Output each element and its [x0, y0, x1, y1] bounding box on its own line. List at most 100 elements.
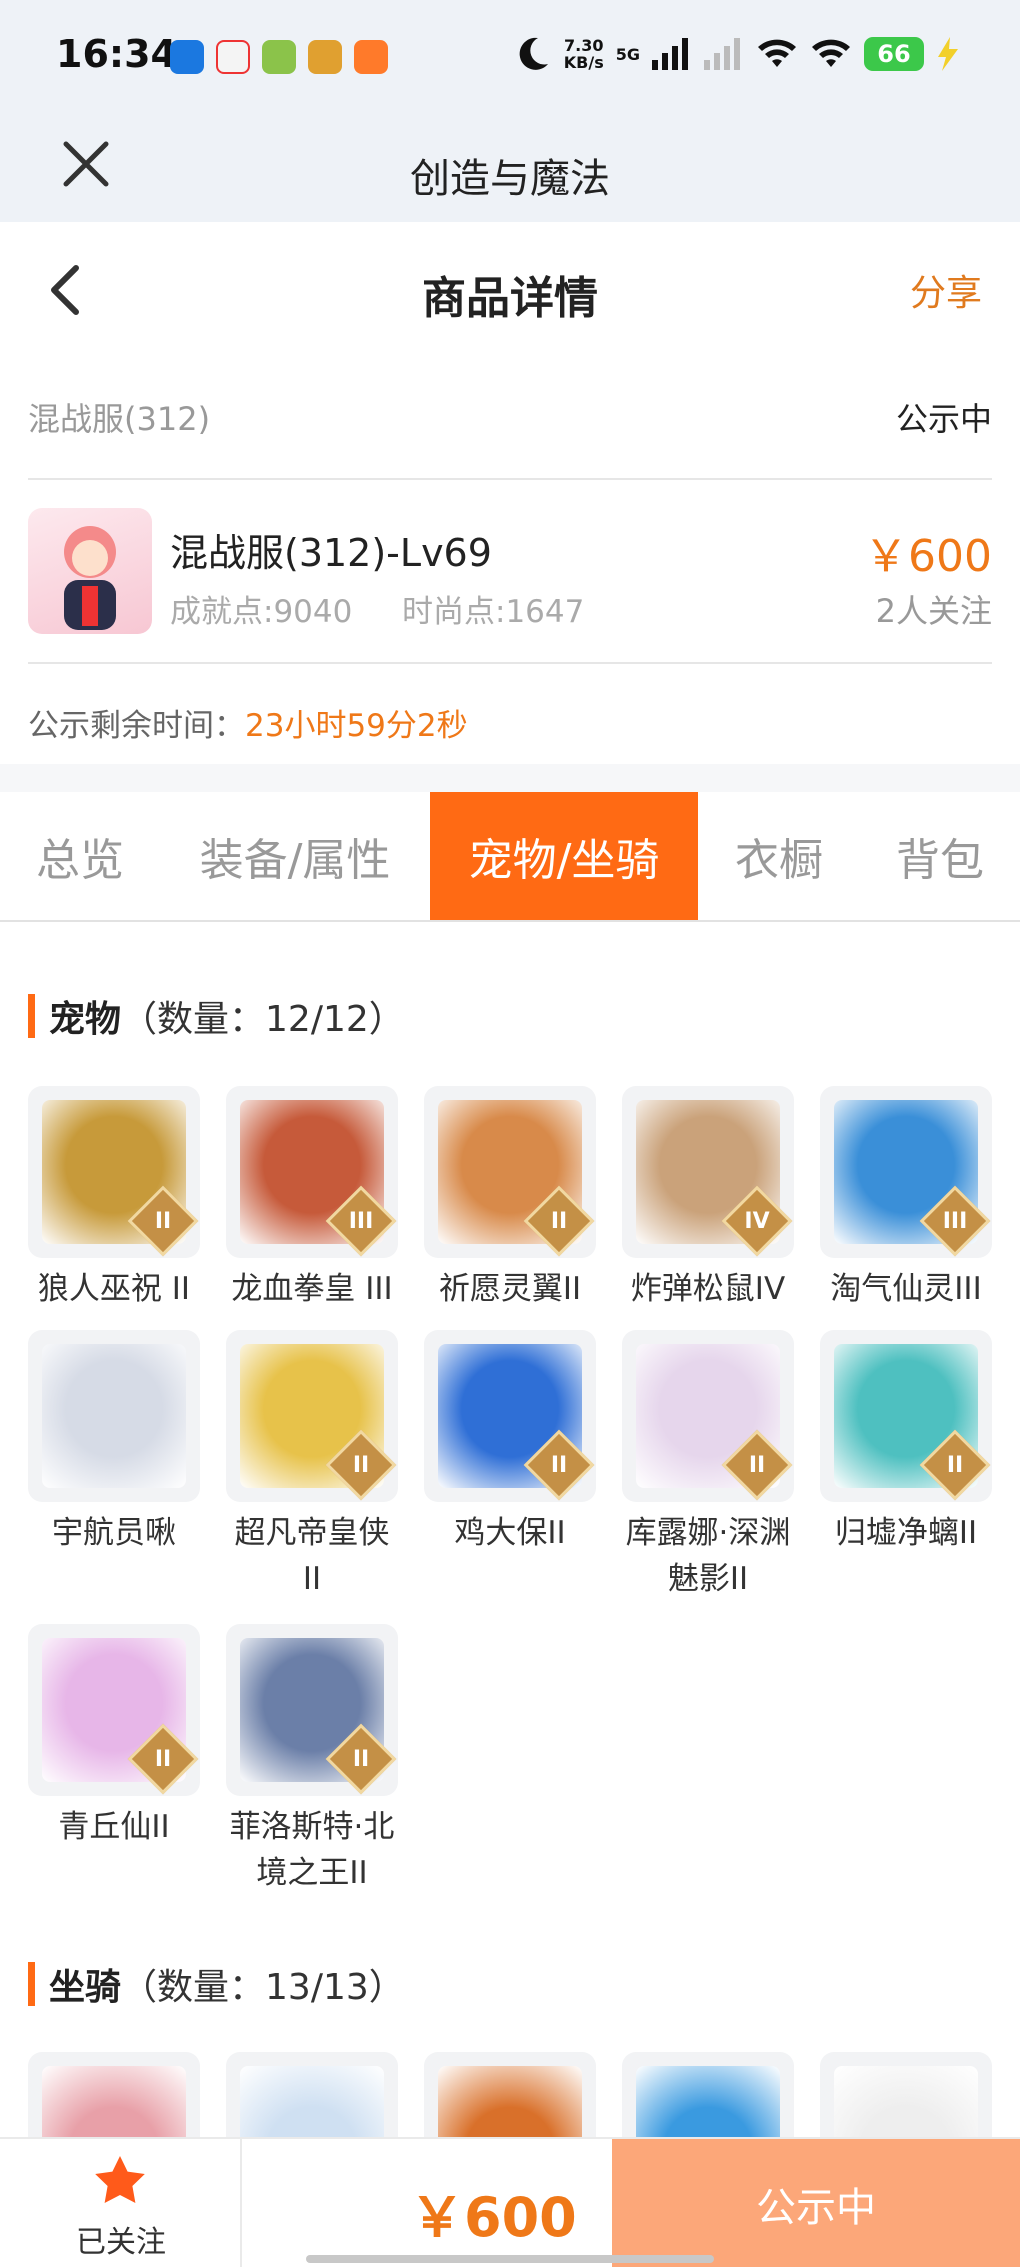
mount-image — [636, 2066, 780, 2137]
pet-thumbnail: II — [226, 1330, 398, 1502]
pet-thumbnail: II — [28, 1624, 200, 1796]
app-notification-icon — [354, 40, 388, 74]
mount-item[interactable] — [424, 2052, 596, 2137]
app-bar: 创造与魔法 — [0, 112, 1020, 222]
pet-name: 菲洛斯特·北境之王II — [229, 1809, 395, 1891]
countdown: 公示剩余时间：23小时59分2秒 — [28, 700, 468, 745]
server-row: 混战服(312) 公示中 — [28, 352, 992, 480]
tab-bar: 总览 装备/属性 宠物/坐骑 衣橱 背包 — [0, 792, 1020, 922]
pet-item[interactable]: 宇航员啾 — [28, 1330, 200, 1556]
server-name: 混战服(312) — [28, 400, 211, 438]
status-bar: 16:34 7.30 KB/s 5G 66 — [0, 0, 1020, 112]
pet-name: 库露娜·深渊魅影II — [625, 1515, 791, 1597]
section-accent-bar — [28, 994, 35, 1038]
pet-name: 归墟净螭II — [834, 1515, 978, 1551]
mount-thumbnail — [28, 2052, 200, 2137]
pets-section-title: 宠物 （数量：12/12） — [28, 990, 405, 1042]
tier-badge-label: II — [154, 1208, 172, 1234]
mount-item[interactable] — [28, 2052, 200, 2137]
status-time: 16:34 — [56, 32, 177, 76]
app-notification-icon — [262, 40, 296, 74]
mounts-section-title: 坐骑 （数量：13/13） — [28, 1958, 405, 2010]
pet-item[interactable]: II 菲洛斯特·北境之王II — [226, 1624, 398, 1896]
pet-thumbnail: II — [28, 1086, 200, 1258]
battery-indicator: 66 — [864, 37, 924, 71]
pet-item[interactable]: III 龙血拳皇 III — [226, 1086, 398, 1312]
status-button[interactable]: 公示中 — [612, 2139, 1020, 2267]
tab-backpack[interactable]: 背包 — [860, 792, 1020, 920]
mount-item[interactable] — [622, 2052, 794, 2137]
star-icon — [95, 2156, 145, 2203]
mount-item[interactable] — [226, 2052, 398, 2137]
bottom-price: ￥600 — [410, 2186, 577, 2249]
app-notification-icon — [216, 40, 250, 74]
follower-count: 2人关注 — [875, 592, 992, 630]
pet-item[interactable]: III 淘气仙灵III — [820, 1086, 992, 1312]
bottom-bar: 已关注 ￥600 公示中 — [0, 2137, 1020, 2267]
pet-item[interactable]: IV 炸弹松鼠IV — [622, 1086, 794, 1312]
pet-thumbnail: III — [226, 1086, 398, 1258]
charging-icon — [938, 37, 958, 71]
page-header: 商品详情 分享 — [0, 222, 1020, 352]
tier-badge-label: II — [154, 1746, 172, 1772]
price: ￥600 — [864, 531, 992, 582]
pet-name: 宇航员啾 — [52, 1515, 176, 1551]
pet-item[interactable]: II 鸡大保II — [424, 1330, 596, 1556]
listing-status: 公示中 — [895, 400, 992, 438]
fashion-points: 时尚点:1647 — [402, 594, 585, 630]
tier-badge-label: II — [352, 1746, 370, 1772]
follow-button[interactable]: 已关注 — [0, 2139, 242, 2267]
network-type: 5G — [615, 44, 640, 64]
pet-item[interactable]: II 超凡帝皇侠II — [226, 1330, 398, 1602]
pet-item[interactable]: II 祈愿灵翼II — [424, 1086, 596, 1312]
mount-thumbnail — [226, 2052, 398, 2137]
wifi-icon — [758, 39, 796, 67]
pet-thumbnail: IV — [622, 1086, 794, 1258]
pet-item[interactable]: II 归墟净螭II — [820, 1330, 992, 1556]
pet-name: 青丘仙II — [58, 1809, 170, 1845]
tab-overview[interactable]: 总览 — [0, 792, 160, 920]
page-title: 商品详情 — [422, 273, 598, 324]
achievement-points: 成就点:9040 — [170, 594, 353, 630]
tier-badge-label: II — [352, 1452, 370, 1478]
countdown-label: 公示剩余时间： — [28, 708, 245, 744]
follow-label: 已关注 — [76, 2225, 166, 2260]
mount-image — [42, 2066, 186, 2137]
pet-name: 超凡帝皇侠II — [234, 1515, 390, 1597]
pet-item[interactable]: II 狼人巫祝 II — [28, 1086, 200, 1312]
pet-item[interactable]: II 库露娜·深渊魅影II — [622, 1330, 794, 1602]
mount-thumbnail — [820, 2052, 992, 2137]
pet-thumbnail: II — [820, 1330, 992, 1502]
pet-name: 炸弹松鼠IV — [630, 1271, 786, 1307]
pet-thumbnail: II — [622, 1330, 794, 1502]
tier-badge-label: II — [946, 1452, 964, 1478]
pet-thumbnail — [28, 1330, 200, 1502]
tier-badge-label: IV — [744, 1208, 770, 1234]
home-indicator — [306, 2255, 714, 2263]
pet-thumbnail: II — [424, 1086, 596, 1258]
pet-name: 鸡大保II — [454, 1515, 566, 1551]
character-name: 混战服(312)-Lv69 — [170, 531, 492, 575]
pet-name: 龙血拳皇 III — [231, 1271, 393, 1307]
section-accent-bar — [28, 1962, 35, 2006]
mount-image — [438, 2066, 582, 2137]
character-avatar — [28, 508, 152, 634]
signal-icon — [652, 38, 688, 70]
tier-badge-label: II — [550, 1208, 568, 1234]
pet-item[interactable]: II 青丘仙II — [28, 1624, 200, 1850]
character-card[interactable]: 混战服(312)-Lv69 成就点:9040 时尚点:1647 ￥600 2人关… — [28, 482, 992, 664]
pet-thumbnail: II — [226, 1624, 398, 1796]
pet-name: 淘气仙灵III — [830, 1271, 982, 1307]
app-notification-icon — [308, 40, 342, 74]
tab-equipment[interactable]: 装备/属性 — [160, 792, 430, 920]
share-button[interactable]: 分享 — [910, 264, 982, 316]
wifi-icon — [812, 39, 850, 67]
tab-wardrobe[interactable]: 衣橱 — [698, 792, 860, 920]
tier-badge-label: III — [348, 1208, 374, 1234]
tier-badge-label: II — [550, 1452, 568, 1478]
mount-item[interactable] — [820, 2052, 992, 2137]
mount-thumbnail — [622, 2052, 794, 2137]
pet-name: 祈愿灵翼II — [438, 1271, 582, 1307]
tab-pets-mounts[interactable]: 宠物/坐骑 — [430, 792, 698, 920]
mount-thumbnail — [424, 2052, 596, 2137]
